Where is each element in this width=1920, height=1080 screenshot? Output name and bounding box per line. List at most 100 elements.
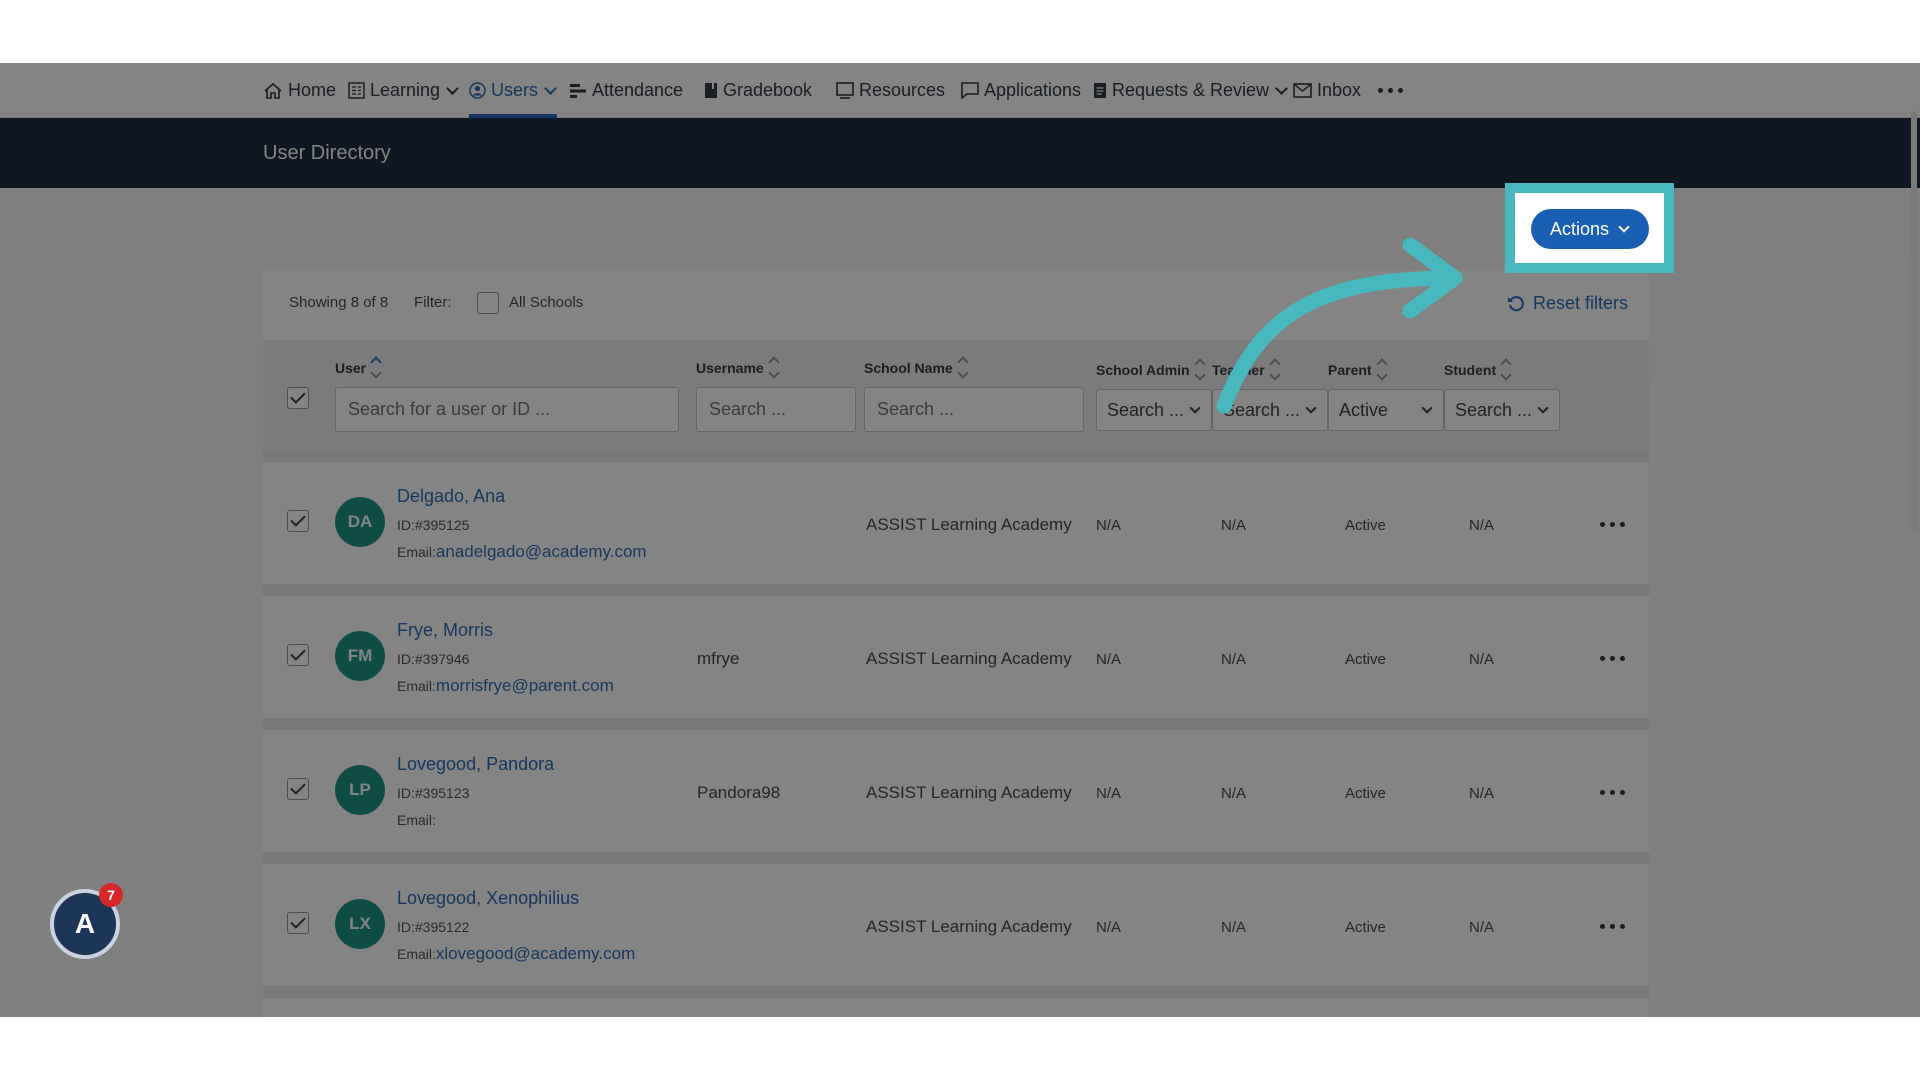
user-email: Email:xlovegood@academy.com: [397, 944, 635, 964]
row-checkbox[interactable]: [287, 644, 309, 666]
chevron-down-icon: [1189, 402, 1201, 414]
filter-label: Filter:: [414, 294, 452, 311]
nav-gradebook-label: Gradebook: [723, 80, 813, 100]
student-cell: N/A: [1469, 785, 1495, 802]
more-icon: [1600, 790, 1625, 795]
all-schools-checkbox[interactable]: [477, 292, 499, 314]
all-schools-label: All Schools: [509, 294, 584, 311]
row-menu-button[interactable]: [1600, 656, 1625, 661]
school-admin-select-value: Search ...: [1107, 399, 1185, 420]
chevron-down-icon: [446, 82, 459, 95]
email-link[interactable]: xlovegood@academy.com: [436, 944, 635, 963]
tutorial-arrow-icon: [1216, 237, 1463, 414]
reset-filters-button[interactable]: Reset filters: [1507, 293, 1628, 314]
school-admin-cell: N/A: [1096, 785, 1122, 802]
more-icon: [1600, 656, 1625, 661]
requests-icon: [1094, 83, 1106, 98]
column-user[interactable]: User: [335, 356, 382, 379]
table-row[interactable]: DA Delgado, Ana ID:#395125 Email:anadelg…: [263, 450, 1649, 570]
user-name-link[interactable]: Lovegood, Xenophilius: [397, 888, 579, 909]
chevron-down-icon: [1275, 82, 1288, 95]
user-name-link[interactable]: Lovegood, Pandora: [397, 754, 554, 775]
nav-more-button[interactable]: [1378, 63, 1403, 118]
help-badge[interactable]: A 7: [50, 883, 123, 961]
student-cell: N/A: [1469, 919, 1495, 936]
row-checkbox[interactable]: [287, 912, 309, 934]
row-checkbox[interactable]: [287, 510, 309, 532]
user-icon: [469, 82, 486, 99]
nav-inbox-label: Inbox: [1317, 80, 1362, 100]
nav-resources[interactable]: Resources: [836, 63, 945, 118]
nav-requests-label: Requests & Review: [1112, 80, 1270, 100]
row-checkbox[interactable]: [287, 778, 309, 800]
chevron-down-icon: [544, 82, 557, 95]
scrollbar[interactable]: [1911, 111, 1917, 531]
username-cell: Pandora98: [697, 783, 781, 802]
nav-inbox[interactable]: Inbox: [1293, 63, 1361, 118]
user-id: ID:#397946: [397, 651, 470, 667]
nav-attendance[interactable]: Attendance: [569, 63, 683, 118]
column-school-label: School Name: [864, 359, 953, 376]
user-name-link[interactable]: Frye, Morris: [397, 620, 493, 641]
email-link[interactable]: morrisfrye@parent.com: [436, 676, 614, 695]
school-admin-cell: N/A: [1096, 517, 1122, 534]
parent-cell: Active: [1345, 919, 1386, 936]
teacher-cell: N/A: [1221, 651, 1247, 668]
sort-icon: [768, 356, 780, 379]
avatar: LX: [335, 899, 385, 949]
avatar: LP: [335, 765, 385, 815]
column-username[interactable]: Username: [696, 356, 780, 379]
app-frame: Home Learning Users Attendance Gradebook…: [0, 63, 1920, 1017]
showing-count: Showing 8 of 8: [289, 294, 389, 311]
nav-learning-label: Learning: [370, 80, 441, 100]
notification-count: 7: [99, 883, 123, 907]
email-label: Email:: [397, 812, 436, 828]
school-admin-select[interactable]: Search ...: [1096, 389, 1212, 431]
student-cell: N/A: [1469, 517, 1495, 534]
column-school-name[interactable]: School Name: [864, 356, 969, 379]
table-row[interactable]: [263, 986, 1649, 1017]
more-icon: [1600, 924, 1625, 929]
row-menu-button[interactable]: [1600, 924, 1625, 929]
parent-cell: Active: [1345, 785, 1386, 802]
parent-cell: Active: [1345, 651, 1386, 668]
applications-icon: [961, 82, 979, 99]
email-link[interactable]: anadelgado@academy.com: [436, 542, 647, 561]
username-cell: mfrye: [697, 649, 740, 668]
user-name-link[interactable]: Delgado, Ana: [397, 486, 505, 507]
more-icon: [1378, 88, 1403, 93]
column-school-admin[interactable]: School Admin: [1096, 358, 1206, 381]
table-row[interactable]: LX Lovegood, Xenophilius ID:#395122 Emai…: [263, 852, 1649, 972]
school-search-input[interactable]: [864, 387, 1084, 432]
user-email: Email:anadelgado@academy.com: [397, 542, 647, 562]
teacher-cell: N/A: [1221, 785, 1247, 802]
nav-applications-label: Applications: [984, 80, 1082, 100]
nav-gradebook[interactable]: Gradebook: [704, 63, 812, 118]
attendance-icon: [570, 83, 586, 98]
home-icon: [264, 82, 282, 99]
nav-learning[interactable]: Learning: [348, 63, 459, 118]
sort-icon: [1500, 358, 1512, 381]
nav-home[interactable]: Home: [263, 63, 336, 118]
nav-users[interactable]: Users: [469, 63, 558, 118]
student-cell: N/A: [1469, 651, 1495, 668]
column-admin-label: School Admin: [1096, 361, 1190, 378]
user-id: ID:#395123: [397, 785, 470, 801]
chevron-down-icon: [1618, 221, 1630, 233]
username-search-input[interactable]: [696, 387, 856, 432]
user-id: ID:#395122: [397, 919, 470, 935]
select-all-checkbox[interactable]: [287, 387, 309, 409]
nav-applications[interactable]: Applications: [961, 63, 1081, 118]
email-label: Email:: [397, 544, 436, 560]
gradebook-icon: [705, 83, 717, 98]
teacher-cell: N/A: [1221, 919, 1247, 936]
table-row[interactable]: LP Lovegood, Pandora ID:#395123 Email: P…: [263, 718, 1649, 838]
user-search-input[interactable]: [335, 387, 679, 432]
nav-requests-review[interactable]: Requests & Review: [1093, 63, 1288, 118]
table-row[interactable]: FM Frye, Morris ID:#397946 Email:morrisf…: [263, 584, 1649, 704]
actions-button[interactable]: Actions: [1531, 209, 1649, 249]
row-menu-button[interactable]: [1600, 522, 1625, 527]
user-email: Email:morrisfrye@parent.com: [397, 676, 614, 696]
row-menu-button[interactable]: [1600, 790, 1625, 795]
email-label: Email:: [397, 678, 436, 694]
